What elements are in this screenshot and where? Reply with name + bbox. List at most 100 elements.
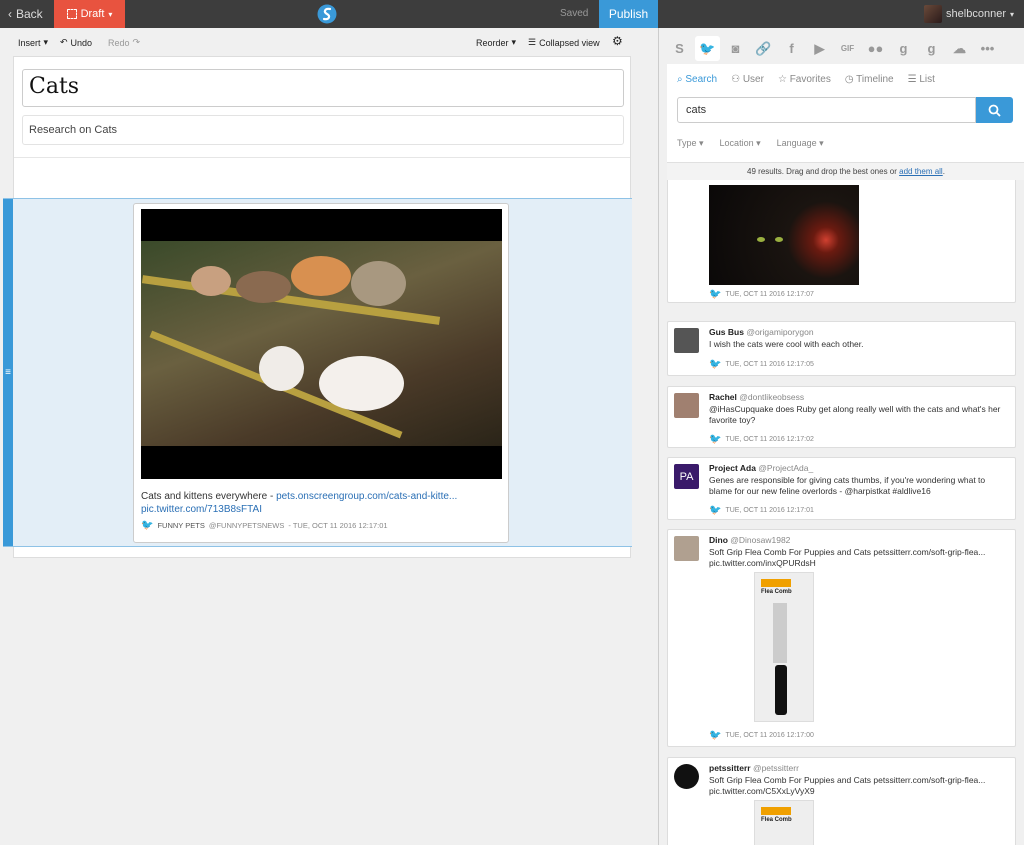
list-item[interactable]: petssitterr @petssitterr Soft Grip Flea … bbox=[667, 757, 1016, 845]
tweet-meta: 🐦 TUE, OCT 11 2016 12:17:05 bbox=[709, 359, 814, 370]
tweet-author[interactable]: FUNNY PETS bbox=[157, 521, 204, 530]
top-bar: ‹ Back Draft ▾ Saved Publish shelbconner… bbox=[0, 0, 1024, 28]
avatar bbox=[674, 536, 699, 561]
caption-pic-link[interactable]: pic.twitter.com/713B8sFTAI bbox=[141, 504, 262, 515]
list-item[interactable]: PA Project Ada @ProjectAda_ Genes are re… bbox=[667, 457, 1016, 520]
tweet-meta: 🐦 TUE, OCT 11 2016 12:17:00 bbox=[709, 730, 814, 741]
tweet-author[interactable]: petssitterr @petssitterr bbox=[709, 763, 799, 773]
story-title-input[interactable]: Cats bbox=[22, 69, 624, 107]
source-sidebar: S 🐦 ◙ 🔗 f ▶ GIF ●● g g ☁ ••• ⌕ Search ⚇ … bbox=[658, 28, 1024, 845]
flea-comb-image: Flea Comb bbox=[754, 800, 814, 845]
tweet-text: I wish the cats were cool with each othe… bbox=[709, 339, 864, 349]
tweet-author[interactable]: Project Ada @ProjectAda_ bbox=[709, 463, 813, 473]
facebook-source-icon[interactable]: f bbox=[779, 36, 804, 61]
twitter-source-icon[interactable]: 🐦 bbox=[695, 36, 720, 61]
tweet-card[interactable]: Cats and kittens everywhere - pets.onscr… bbox=[133, 203, 509, 543]
caption-link[interactable]: pets.onscreengroup.com/cats-and-kitte... bbox=[276, 491, 457, 502]
twitter-icon: 🐦 bbox=[709, 289, 722, 300]
draft-icon bbox=[66, 9, 77, 19]
filter-type[interactable]: Type ▾ bbox=[677, 138, 704, 149]
tweet-meta: 🐦 TUE, OCT 11 2016 12:17:01 bbox=[709, 505, 814, 516]
insert-menu[interactable]: Insert ▾ bbox=[18, 37, 48, 48]
search-subtabs: ⌕ Search ⚇ User ☆ Favorites ◷ Timeline ☰… bbox=[677, 74, 935, 85]
undo-icon: ↶ bbox=[60, 37, 68, 47]
search-filters: Type ▾ Location ▾ Language ▾ bbox=[677, 138, 824, 149]
tweet-text: Soft Grip Flea Comb For Puppies and Cats… bbox=[709, 547, 986, 568]
results-summary: 49 results. Drag and drop the best ones … bbox=[667, 162, 1024, 180]
more-sources-icon[interactable]: ••• bbox=[975, 36, 1000, 61]
list-item[interactable]: Rachel @dontlikeobsess @iHasCupquake doe… bbox=[667, 386, 1016, 448]
reorder-menu[interactable]: Reorder ▾ bbox=[476, 37, 516, 48]
flea-comb-image: Flea Comb bbox=[754, 572, 814, 722]
publish-button[interactable]: Publish bbox=[599, 0, 658, 28]
results-count: 49 results. Drag and drop the best ones … bbox=[747, 167, 900, 176]
search-button[interactable] bbox=[976, 97, 1013, 123]
filter-location[interactable]: Location ▾ bbox=[720, 138, 761, 149]
twitter-icon: 🐦 bbox=[141, 520, 154, 531]
redo-label: Redo bbox=[108, 37, 130, 48]
drag-handle-icon[interactable]: ≡ bbox=[3, 199, 13, 546]
tab-favorites[interactable]: ☆ Favorites bbox=[778, 74, 831, 85]
add-all-link[interactable]: add them all bbox=[899, 167, 943, 176]
caption-text: Cats and kittens everywhere - bbox=[141, 491, 277, 502]
tweet-date: TUE, OCT 11 2016 12:17:01 bbox=[725, 507, 814, 514]
tab-search[interactable]: ⌕ Search bbox=[677, 74, 717, 85]
source-tabs: S 🐦 ◙ 🔗 f ▶ GIF ●● g g ☁ ••• bbox=[667, 36, 1000, 61]
tweet-author[interactable]: Rachel @dontlikeobsess bbox=[709, 392, 804, 402]
draft-button[interactable]: Draft ▾ bbox=[54, 0, 125, 28]
chevron-left-icon: ‹ bbox=[8, 7, 12, 21]
user-menu[interactable]: shelbconner ▾ bbox=[924, 5, 1014, 23]
google-plus-source-icon[interactable]: g bbox=[919, 36, 944, 61]
avatar bbox=[674, 393, 699, 418]
tweet-author[interactable]: Dino @Dinosaw1982 bbox=[709, 535, 790, 545]
storify-logo-icon bbox=[317, 4, 337, 24]
tab-user[interactable]: ⚇ User bbox=[731, 74, 764, 85]
tab-timeline[interactable]: ◷ Timeline bbox=[845, 74, 894, 85]
list-item[interactable]: Dino @Dinosaw1982 Soft Grip Flea Comb Fo… bbox=[667, 529, 1016, 747]
undo-button[interactable]: ↶ Undo bbox=[60, 37, 92, 48]
chevron-down-icon: ▾ bbox=[1009, 9, 1014, 19]
tweet-author[interactable]: Gus Bus @origamiporygon bbox=[709, 327, 814, 337]
draft-label: Draft bbox=[80, 8, 105, 20]
twitter-search-panel: ⌕ Search ⚇ User ☆ Favorites ◷ Timeline ☰… bbox=[667, 64, 1024, 180]
list-item[interactable]: Gus Bus @origamiporygon I wish the cats … bbox=[667, 321, 1016, 376]
story-subtitle-input[interactable]: Research on Cats bbox=[22, 115, 624, 145]
google-source-icon[interactable]: g bbox=[891, 36, 916, 61]
avatar bbox=[674, 764, 699, 789]
tab-list[interactable]: ☰ List bbox=[908, 74, 935, 85]
back-button[interactable]: ‹ Back bbox=[0, 0, 52, 28]
tweet-meta: 🐦 FUNNY PETS @FUNNYPETSNEWS - TUE, OCT 1… bbox=[141, 520, 388, 531]
redo-button[interactable]: Redo ↷ bbox=[108, 37, 140, 48]
youtube-source-icon[interactable]: ▶ bbox=[807, 36, 832, 61]
username: shelbconner bbox=[946, 8, 1006, 20]
avatar: PA bbox=[674, 464, 699, 489]
video-embed[interactable] bbox=[141, 209, 502, 479]
avatar bbox=[674, 328, 699, 353]
tweet-text: Soft Grip Flea Comb For Puppies and Cats… bbox=[709, 775, 986, 796]
tweet-handle[interactable]: @FUNNYPETSNEWS bbox=[209, 521, 285, 530]
chevron-down-icon: ▾ bbox=[511, 37, 517, 47]
tweet-meta: 🐦 TUE, OCT 11 2016 12:17:02 bbox=[709, 434, 814, 445]
selected-element-zone: ≡ Cats and kittens everywhere - pets.ons… bbox=[3, 198, 632, 547]
tweet-date: - TUE, OCT 11 2016 12:17:01 bbox=[288, 521, 388, 530]
results-feed: 🐦 TUE, OCT 11 2016 12:17:07 Gus Bus @orig… bbox=[659, 180, 1024, 845]
search-input[interactable]: cats bbox=[677, 97, 976, 123]
list-item[interactable]: 🐦 TUE, OCT 11 2016 12:17:07 bbox=[667, 180, 1016, 303]
soundcloud-source-icon[interactable]: ☁ bbox=[947, 36, 972, 61]
collapsed-view-button[interactable]: ☰ Collapsed view bbox=[528, 37, 600, 48]
twitter-icon: 🐦 bbox=[709, 505, 722, 516]
editor-pane: Insert ▾ ↶ Undo Redo ↷ Reorder ▾ ☰ Collapsed … bbox=[0, 28, 658, 845]
filter-language[interactable]: Language ▾ bbox=[777, 138, 824, 149]
flickr-source-icon[interactable]: ●● bbox=[863, 36, 888, 61]
twitter-icon: 🐦 bbox=[709, 359, 722, 370]
instagram-source-icon[interactable]: ◙ bbox=[723, 36, 748, 61]
tweet-caption: Cats and kittens everywhere - pets.onscr… bbox=[141, 490, 501, 516]
storify-source-icon[interactable]: S bbox=[667, 36, 692, 61]
gif-source-icon[interactable]: GIF bbox=[835, 36, 860, 61]
editor-toolbar: Insert ▾ ↶ Undo Redo ↷ Reorder ▾ ☰ Collapsed … bbox=[0, 28, 644, 56]
gear-icon[interactable]: ⚙ bbox=[612, 34, 623, 48]
collapsed-view-label: Collapsed view bbox=[539, 37, 600, 48]
insert-label: Insert bbox=[18, 37, 41, 48]
link-source-icon[interactable]: 🔗 bbox=[751, 36, 776, 61]
chevron-down-icon: ▾ bbox=[43, 37, 49, 47]
